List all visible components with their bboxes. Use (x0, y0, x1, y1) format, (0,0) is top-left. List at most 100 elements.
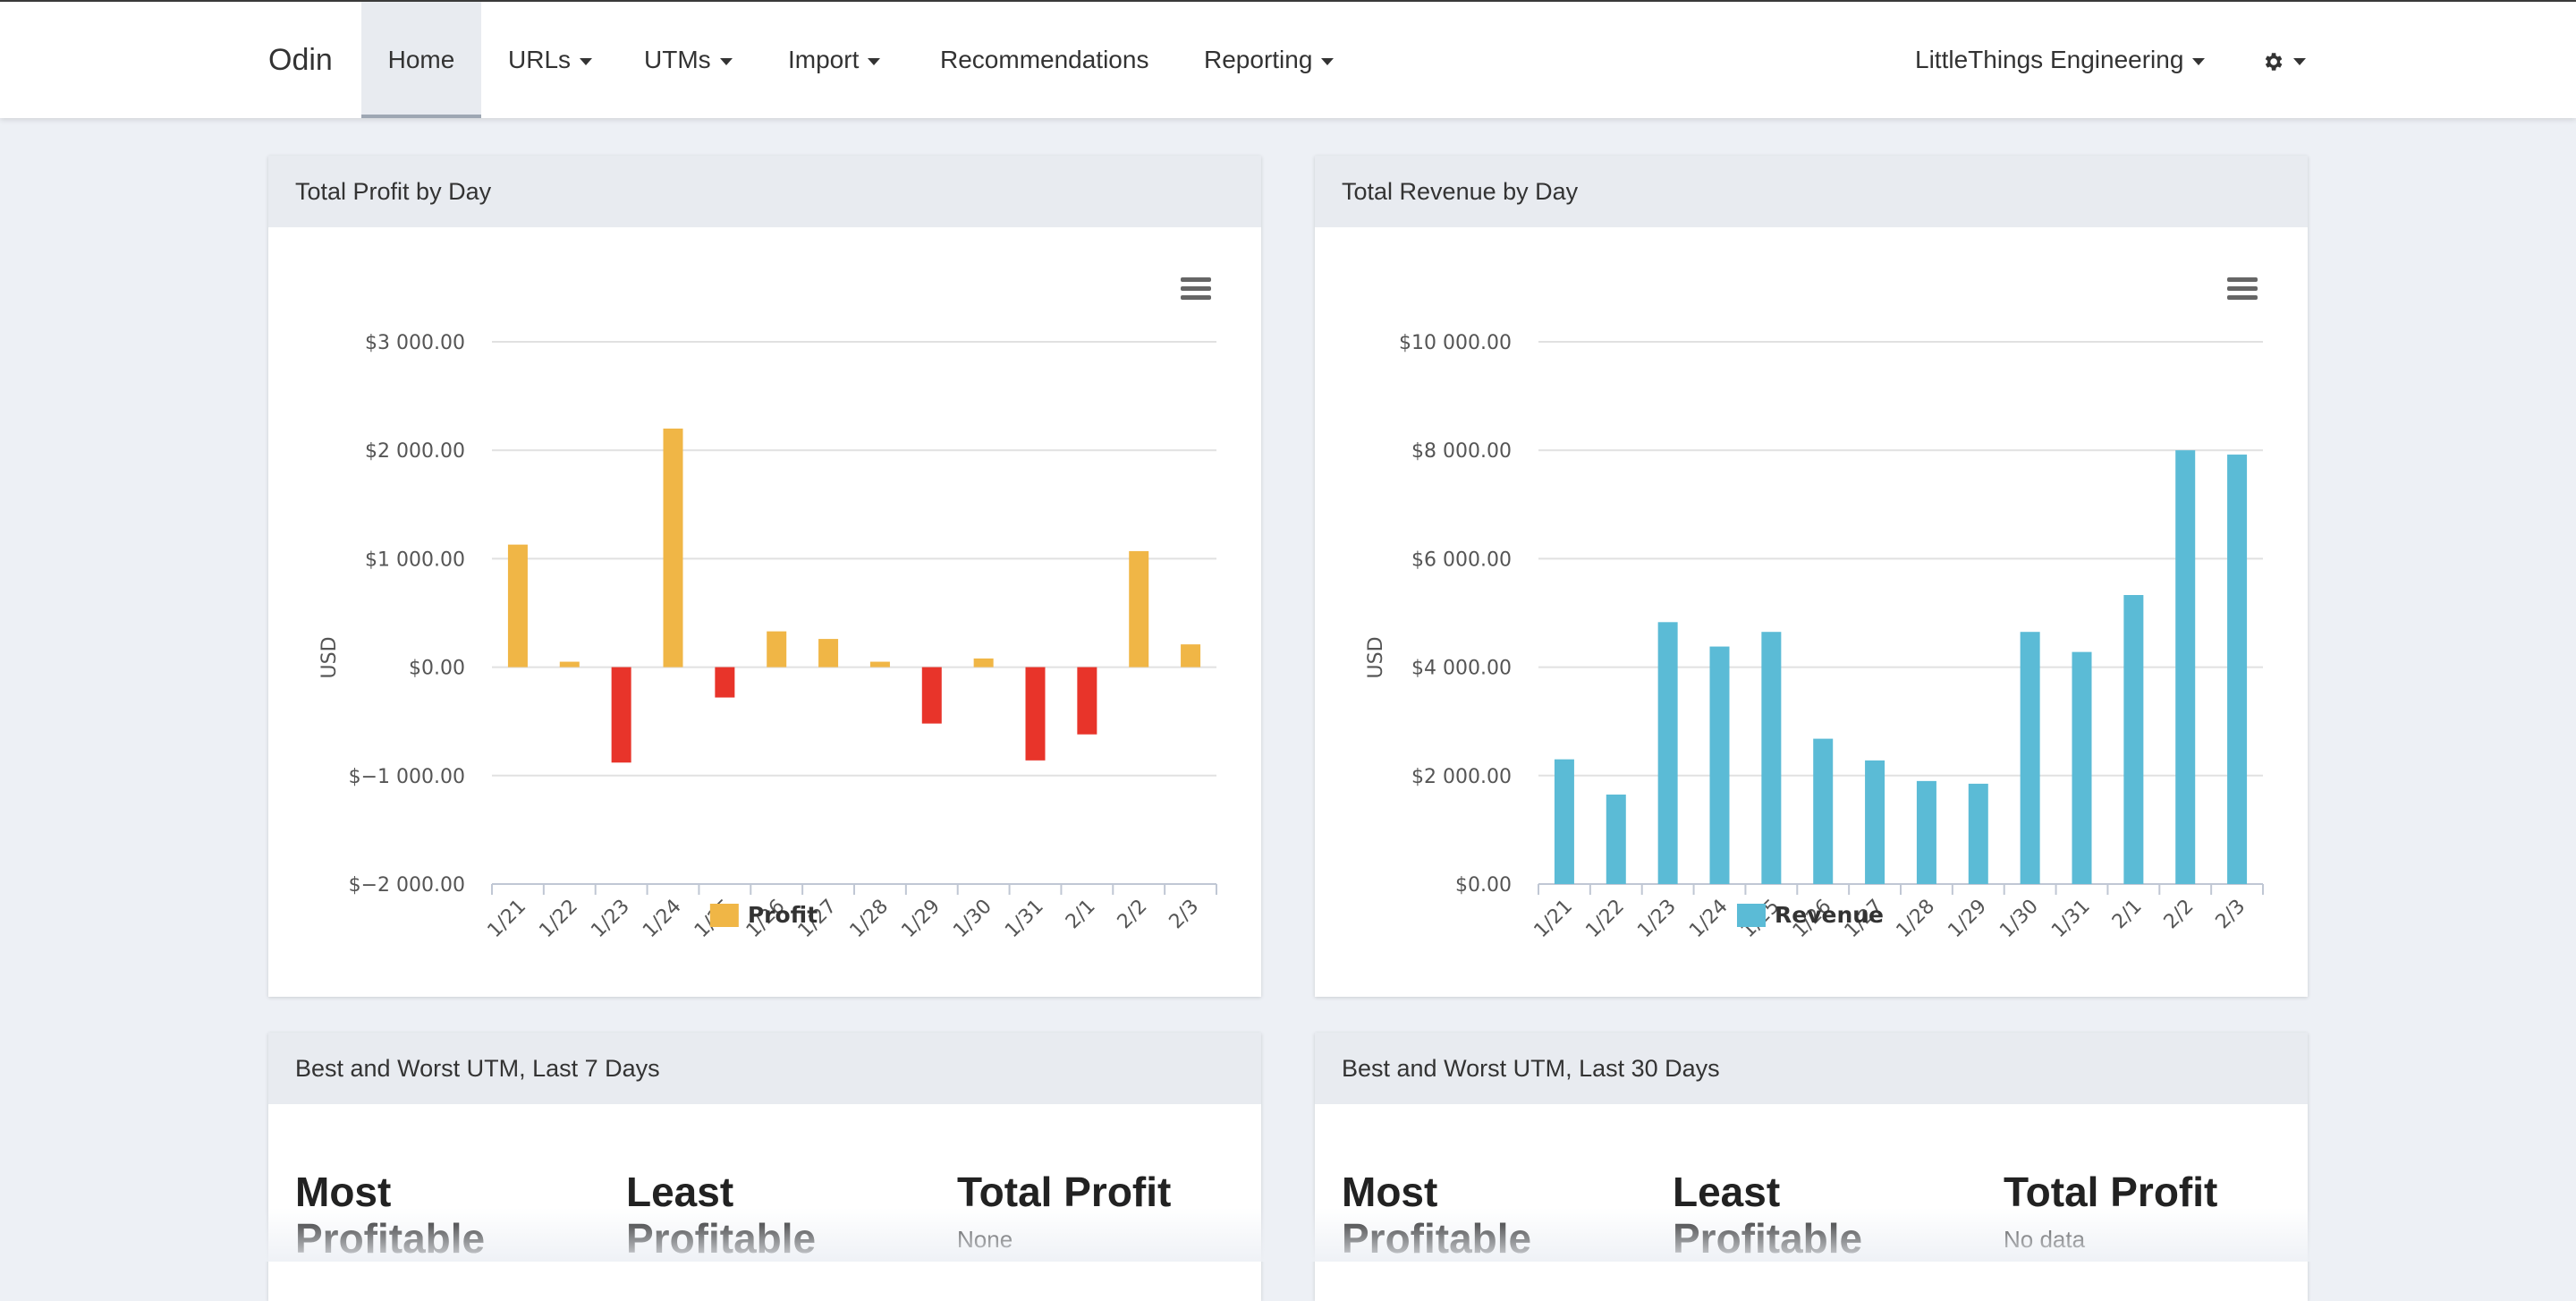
revenue-y-tick-label: $4 000.00 (1411, 658, 1512, 680)
profit-bar (973, 658, 994, 668)
chevron-down-icon (580, 57, 593, 65)
nav-home[interactable]: Home (361, 2, 481, 118)
nav-reporting-label: Reporting (1204, 46, 1313, 73)
revenue-bar (1709, 646, 1730, 884)
most-profitable-column: Most Profitable (1342, 1169, 1610, 1262)
revenue-menu-icon-bar (2227, 295, 2258, 300)
revenue-bar (2123, 595, 2144, 884)
profit-x-tick-label: 2/2 (1114, 896, 1152, 934)
nav-home-label: Home (387, 46, 455, 73)
chevron-down-icon (2293, 57, 2306, 65)
revenue-bar (1916, 780, 1936, 884)
revenue-bar (1554, 759, 1574, 884)
chevron-down-icon (719, 57, 733, 65)
profit-y-tick-label: $−1 000.00 (349, 766, 465, 788)
profit-x-tick-label: 1/31 (1001, 896, 1048, 943)
revenue-bar (1761, 632, 1782, 884)
brand-logo[interactable]: Odin (268, 2, 333, 118)
revenue-x-tick-label: 1/23 (1633, 896, 1681, 943)
profit-menu-icon[interactable] (1181, 277, 1211, 300)
revenue-menu-icon-bar (2227, 277, 2258, 282)
profit-bar (611, 667, 631, 763)
revenue-menu-icon-bar (2227, 286, 2258, 291)
gear-icon (2265, 52, 2283, 71)
revenue-y-tick-label: $2 000.00 (1411, 766, 1512, 788)
nav-import[interactable]: Import (788, 2, 881, 118)
chevron-down-icon (2192, 57, 2206, 65)
revenue-legend-label: Revenue (1775, 902, 1884, 928)
profit-y-tick-label: $−2 000.00 (349, 874, 465, 897)
profit-menu-icon-bar (1181, 277, 1211, 282)
revenue-x-tick-label: 1/22 (1581, 896, 1629, 943)
least-profitable-column: Least Profitable (626, 1169, 894, 1262)
revenue-bar (2072, 651, 2092, 884)
profit-legend-swatch (709, 904, 739, 927)
profit-bar (1181, 644, 1201, 668)
utm-7-days-card: Best and Worst UTM, Last 7 Days Most Pro… (268, 1033, 1261, 1301)
profit-chart-card: Total Profit by Day $−2 000.00 $−1 000.00… (268, 156, 1261, 997)
profit-x-tick-label: 1/30 (949, 896, 996, 943)
revenue-bar (2175, 450, 2196, 884)
profit-bar (663, 428, 683, 668)
utm-7-days-title: Best and Worst UTM, Last 7 Days (268, 1033, 1261, 1104)
most-profitable-heading: Most Profitable (1342, 1169, 1532, 1262)
profit-x-tick-label: 1/29 (897, 896, 945, 943)
revenue-y-tick-label: $0.00 (1455, 874, 1512, 897)
revenue-x-tick-label: 1/31 (2047, 896, 2095, 943)
profit-bar (767, 631, 787, 668)
profit-x-tick-label: 1/22 (535, 896, 582, 943)
least-profitable-column: Least Profitable (1673, 1169, 1941, 1262)
profit-bar (507, 544, 528, 668)
account-menu[interactable]: LittleThings Engineering (1915, 2, 2206, 118)
utm-30-days-card: Best and Worst UTM, Last 30 Days Most Pr… (1315, 1033, 2308, 1301)
revenue-x-tick-label: 1/21 (1530, 896, 1578, 943)
revenue-card-title: Total Revenue by Day (1315, 156, 2308, 227)
revenue-bar (2020, 632, 2040, 884)
chevron-down-icon (1321, 57, 1335, 65)
profit-y-tick-label: $3 000.00 (365, 332, 465, 354)
profit-y-axis-label: USD (318, 636, 341, 678)
total-profit-value: None (957, 1226, 1013, 1253)
revenue-y-tick-label: $6 000.00 (1411, 548, 1512, 571)
revenue-x-tick-label: 1/28 (1893, 896, 1940, 943)
profit-x-tick-label: 1/21 (484, 896, 531, 943)
nav-reporting[interactable]: Reporting (1204, 2, 1335, 118)
profit-bar (715, 667, 735, 698)
profit-menu-icon-bar (1181, 286, 1211, 291)
nav-utms-label: UTMs (644, 46, 711, 73)
profit-x-tick-label: 1/23 (587, 896, 634, 943)
most-profitable-column: Most Profitable (295, 1169, 564, 1262)
nav-utms[interactable]: UTMs (644, 2, 733, 118)
revenue-bar (1657, 622, 1678, 884)
chevron-down-icon (868, 57, 881, 65)
nav-urls[interactable]: URLs (508, 2, 593, 118)
profit-bar (818, 639, 839, 668)
profit-y-tick-label: $0.00 (409, 658, 465, 680)
revenue-y-axis-label: USD (1365, 636, 1387, 678)
total-profit-heading: Total Profit (2004, 1169, 2218, 1215)
profit-x-tick-label: 1/24 (639, 896, 686, 943)
total-profit-column: Total Profit None (957, 1169, 1243, 1254)
profit-bar (869, 661, 890, 668)
profit-menu-icon-bar (1181, 295, 1211, 300)
profit-x-tick-label: 2/3 (1165, 896, 1204, 934)
account-name: LittleThings Engineering (1915, 46, 2184, 73)
profit-bar (1025, 667, 1046, 761)
revenue-bar (1968, 783, 1988, 884)
profit-bar (1129, 550, 1149, 668)
least-profitable-heading: Least Profitable (1673, 1169, 1863, 1262)
total-profit-heading: Total Profit (957, 1169, 1172, 1215)
profit-y-tick-label: $2 000.00 (365, 440, 465, 463)
total-profit-value: No data (2004, 1226, 2086, 1253)
nav-urls-label: URLs (508, 46, 572, 73)
nav-recommendations[interactable]: Recommendations (940, 2, 1148, 118)
profit-bar (921, 667, 942, 724)
profit-legend-label: Profit (748, 902, 818, 928)
revenue-x-tick-label: 2/1 (2108, 896, 2147, 934)
profit-bar (1077, 667, 1097, 735)
profit-x-tick-label: 2/1 (1062, 896, 1100, 934)
profit-y-tick-label: $1 000.00 (365, 548, 465, 571)
settings-menu[interactable] (2261, 2, 2306, 118)
revenue-menu-icon[interactable] (2227, 277, 2258, 300)
revenue-bar (1813, 738, 1834, 884)
